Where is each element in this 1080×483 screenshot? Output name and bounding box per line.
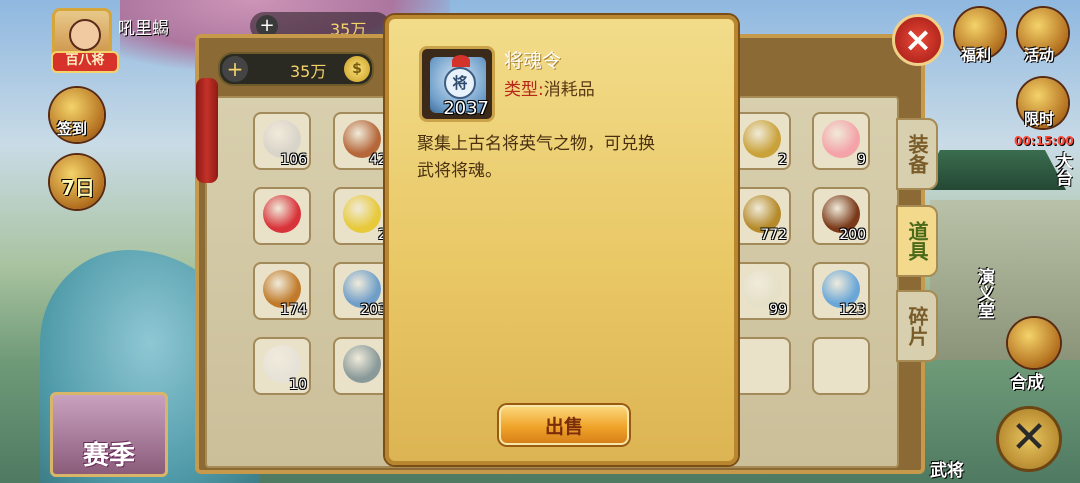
item-slot[interactable] [253,187,311,245]
player-avatar[interactable]: 百八将 [51,8,119,73]
item-icon [343,195,381,233]
limited-time-label: 限时 [1024,110,1055,128]
item-detail-popup: 将 2037 将魂令 类型:消耗品 聚集上古名将英气之物，可兑换 武将将魂。 出… [385,15,738,465]
item-count: 99 [769,302,787,318]
item-count: 106 [280,152,307,168]
item-type-value: 消耗品 [543,80,595,100]
item-slot[interactable]: 2 [733,112,791,170]
item-icon [743,120,781,158]
player-name: 吼里蝎 [118,19,169,39]
item-slot[interactable]: 10 [253,337,311,395]
limited-time-countdown: 00:15:00 [1014,134,1074,148]
helmet-plume-icon [452,55,470,67]
item-count: 174 [280,302,307,318]
bag-currency-amount: 35万 [290,62,327,81]
item-description-line: 武将将魂。 [417,161,502,181]
big-close-icon[interactable]: ✕ [996,406,1062,472]
compose-icon[interactable] [1008,318,1060,368]
item-count: 2 [778,152,787,168]
item-description-line: 聚集上古名将英气之物，可兑换 [417,134,655,154]
item-detail-count: 2037 [443,98,489,119]
platform-label[interactable]: 大台 [1050,152,1075,186]
tab-equipment[interactable]: 装备 [896,118,938,190]
item-icon [343,345,381,383]
item-icon [263,195,301,233]
token-glyph: 将 [444,67,476,99]
item-type: 类型:消耗品 [504,75,595,100]
item-slot[interactable]: 9 [812,112,870,170]
item-name: 将魂令 [504,50,562,72]
item-slot[interactable]: 174 [253,262,311,320]
item-count: 10 [289,377,307,393]
sell-button[interactable]: 出售 [499,405,629,445]
close-icon[interactable]: × [892,14,944,66]
season-banner[interactable]: 赛季 [50,392,168,477]
item-count: 123 [839,302,866,318]
item-count: 203 [360,302,387,318]
item-slot[interactable] [333,337,391,395]
hall-label[interactable]: 演义堂 [972,268,997,319]
bag-currency-bar[interactable]: + 35万 $ [218,52,374,86]
item-slot[interactable]: 772 [733,187,791,245]
item-slot[interactable] [733,337,791,395]
general-label[interactable]: 武将 [930,456,964,481]
item-type-label: 类型: [504,80,544,100]
item-count: 772 [760,227,787,243]
rank-badge: 百八将 [51,51,119,73]
item-slot[interactable]: 203 [333,262,391,320]
item-slot[interactable]: 2 [333,187,391,245]
season-label: 赛季 [82,441,135,471]
activity-label: 活动 [1024,46,1055,64]
item-slot[interactable]: 106 [253,112,311,170]
tassel-decoration [196,78,218,183]
compose-label: 合成 [1010,373,1044,393]
tab-items[interactable]: 道具 [896,205,938,277]
seven-day-label: 7日 [61,176,95,200]
avatar-face [69,19,101,51]
item-slot[interactable] [812,337,870,395]
signin-label: 签到 [57,120,88,138]
item-slot[interactable]: 99 [733,262,791,320]
item-count: 9 [857,152,866,168]
item-slot[interactable]: 200 [812,187,870,245]
gold-coin-icon: $ [344,56,370,82]
item-description: 聚集上古名将英气之物，可兑换 武将将魂。 [417,131,707,185]
item-count: 200 [839,227,866,243]
item-icon [822,120,860,158]
tab-fragments[interactable]: 碎片 [896,290,938,362]
item-slot[interactable]: 123 [812,262,870,320]
item-slot[interactable]: 42 [333,112,391,170]
welfare-label: 福利 [961,46,992,64]
plus-icon[interactable]: + [222,56,248,82]
item-detail-icon: 将 2037 [419,46,495,122]
